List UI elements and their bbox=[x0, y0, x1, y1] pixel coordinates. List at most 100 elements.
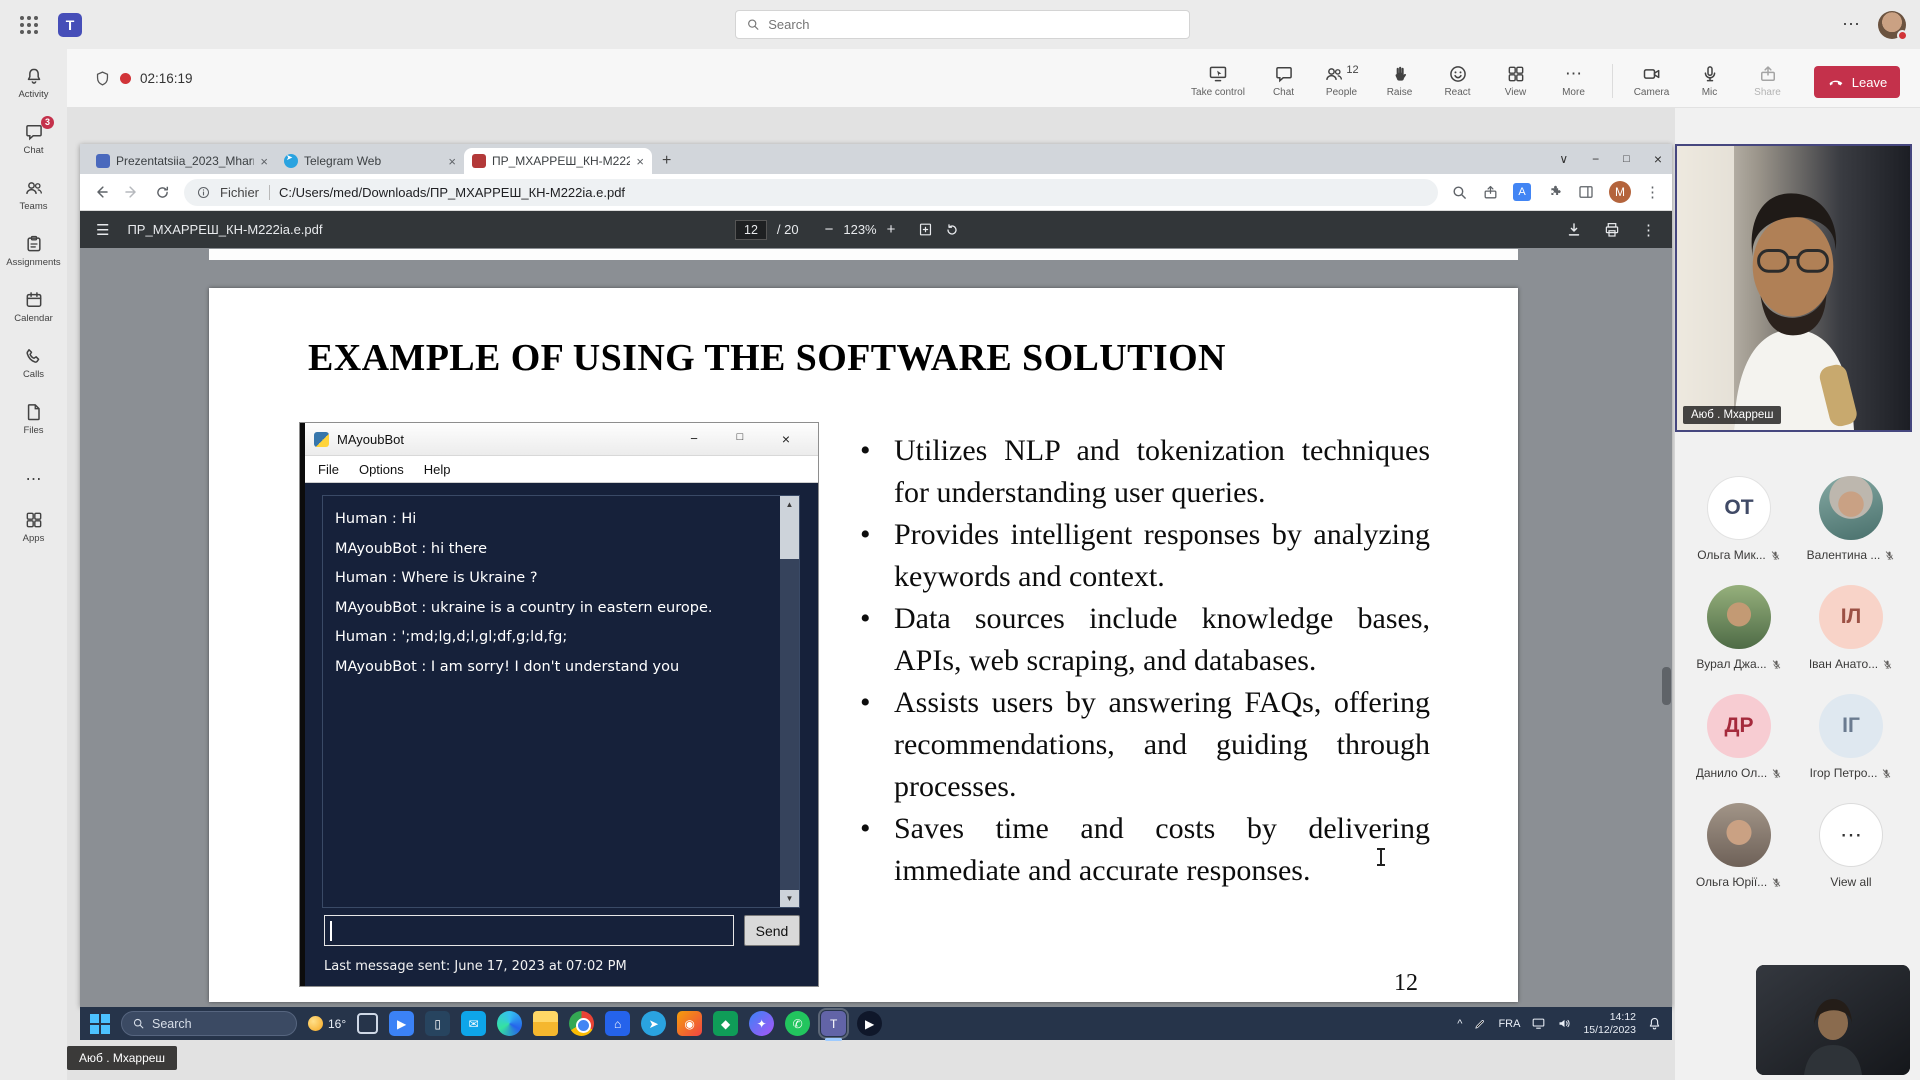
more-button[interactable]: ⋯ More bbox=[1546, 58, 1601, 98]
tray-chevron-icon[interactable]: ^ bbox=[1457, 1018, 1462, 1030]
extensions-icon[interactable] bbox=[1545, 183, 1563, 201]
weather-widget[interactable]: 16° bbox=[308, 1016, 346, 1031]
translate-extension-icon[interactable]: A bbox=[1513, 183, 1531, 201]
sidebar-item-teams[interactable]: Teams bbox=[0, 167, 67, 223]
movies-tv-icon[interactable]: ▶ bbox=[389, 1011, 414, 1036]
participant-tile[interactable]: ДР Данило Ол... bbox=[1696, 694, 1782, 780]
zoom-in-icon[interactable]: + bbox=[887, 221, 896, 238]
back-icon[interactable] bbox=[92, 183, 110, 201]
zoom-out-icon[interactable]: − bbox=[825, 221, 834, 238]
pdf-menu-icon[interactable]: ⋮ bbox=[1641, 221, 1656, 239]
language-indicator[interactable]: FRA bbox=[1498, 1018, 1520, 1030]
task-view-icon[interactable] bbox=[357, 1013, 378, 1034]
whatsapp-icon[interactable]: ✆ bbox=[785, 1011, 810, 1036]
close-tab-icon[interactable]: × bbox=[636, 154, 644, 169]
zoom-search-icon[interactable] bbox=[1451, 184, 1468, 201]
windows-start-icon[interactable] bbox=[90, 1014, 110, 1034]
sidebar-item-assignments[interactable]: Assignments bbox=[0, 223, 67, 279]
media-player-icon[interactable]: ▶ bbox=[857, 1011, 882, 1036]
view-all-tile[interactable]: ⋯ View all bbox=[1819, 803, 1883, 889]
rotate-icon[interactable] bbox=[944, 222, 960, 238]
monitor-tray-icon[interactable] bbox=[1531, 1016, 1546, 1031]
sidebar-item-files[interactable]: Files bbox=[0, 391, 67, 447]
browser-menu-icon[interactable]: ⋮ bbox=[1645, 183, 1660, 201]
microsoft-store-icon[interactable]: ⌂ bbox=[605, 1011, 630, 1036]
taskbar-search-input[interactable]: Search bbox=[121, 1011, 297, 1036]
print-icon[interactable] bbox=[1603, 221, 1621, 239]
maximize-icon[interactable]: □ bbox=[1623, 153, 1630, 165]
browser-tab-pdf[interactable]: ПР_МХАРРЕШ_КН-М222ia.e.pdf × bbox=[464, 148, 652, 174]
take-control-button[interactable]: Take control bbox=[1183, 58, 1253, 98]
mail-icon[interactable]: ✉ bbox=[461, 1011, 486, 1036]
hamburger-icon[interactable]: ☰ bbox=[96, 221, 109, 239]
participant-tile[interactable]: ІЛ Іван Анато... bbox=[1809, 585, 1893, 671]
react-button[interactable]: React bbox=[1430, 58, 1485, 98]
pdf-scrollbar-thumb[interactable] bbox=[1662, 667, 1671, 705]
side-panel-icon[interactable] bbox=[1577, 183, 1595, 201]
new-tab-button[interactable]: + bbox=[662, 152, 671, 170]
raise-hand-icon bbox=[1390, 64, 1410, 84]
participant-tile[interactable]: ОТ Ольга Мик... bbox=[1697, 476, 1781, 562]
chrome-icon[interactable] bbox=[569, 1011, 594, 1036]
camera-button[interactable]: Camera bbox=[1624, 58, 1679, 98]
leave-button[interactable]: Leave bbox=[1814, 66, 1900, 98]
messenger-icon[interactable]: ✦ bbox=[749, 1011, 774, 1036]
participant-tile[interactable]: Валентина ... bbox=[1807, 476, 1896, 562]
close-window-icon[interactable]: × bbox=[1654, 151, 1662, 167]
pen-icon[interactable] bbox=[1473, 1017, 1487, 1031]
weather-temp: 16° bbox=[328, 1017, 346, 1031]
sidebar-item-activity[interactable]: Activity bbox=[0, 55, 67, 111]
chat-button[interactable]: Chat bbox=[1256, 58, 1311, 98]
sidebar-item-chat[interactable]: 3 Chat bbox=[0, 111, 67, 167]
browser-tab-telegram[interactable]: Telegram Web × bbox=[276, 148, 464, 174]
activity-icon bbox=[24, 66, 44, 86]
participant-tile[interactable]: Ольга Юрії... bbox=[1696, 803, 1782, 889]
pdf-viewport[interactable]: EXAMPLE OF USING THE SOFTWARE SOLUTION M… bbox=[80, 248, 1672, 1007]
teams-app-window: T ⋯ 02:16:19 Take control Chat bbox=[0, 0, 1920, 1080]
notification-icon[interactable] bbox=[1647, 1016, 1662, 1031]
participant-tile[interactable]: Вурал Джа... bbox=[1696, 585, 1781, 671]
refresh-icon[interactable] bbox=[154, 184, 171, 201]
people-button[interactable]: 12 People bbox=[1314, 58, 1369, 98]
browser-profile-avatar[interactable]: M bbox=[1609, 181, 1631, 203]
teams-taskbar-icon[interactable]: T bbox=[821, 1011, 846, 1036]
more-options-icon[interactable]: ⋯ bbox=[1842, 14, 1860, 35]
photos-icon[interactable]: ◉ bbox=[677, 1011, 702, 1036]
share-page-icon[interactable] bbox=[1482, 184, 1499, 201]
view-button[interactable]: View bbox=[1488, 58, 1543, 98]
speaker-icon[interactable] bbox=[1557, 1016, 1572, 1031]
browser-tab-presentation[interactable]: Prezentatsiia_2023_Mharrech_A... × bbox=[88, 148, 276, 174]
sidebar-item-more[interactable]: ⋯ bbox=[0, 459, 67, 499]
share-button[interactable]: Share bbox=[1740, 58, 1795, 98]
forward-icon[interactable] bbox=[123, 183, 141, 201]
sidebar-item-calls[interactable]: Calls bbox=[0, 335, 67, 391]
app-launcher-icon[interactable] bbox=[14, 10, 44, 40]
fit-page-icon[interactable] bbox=[917, 221, 934, 238]
phone-link-icon[interactable]: ▯ bbox=[425, 1011, 450, 1036]
user-avatar[interactable] bbox=[1878, 11, 1906, 39]
sidebar-item-apps[interactable]: Apps bbox=[0, 499, 67, 555]
participant-tile[interactable]: ІГ Ігор Петро... bbox=[1810, 694, 1893, 780]
sidebar-item-calendar[interactable]: Calendar bbox=[0, 279, 67, 335]
download-icon[interactable] bbox=[1565, 221, 1583, 239]
pdf-filename: ПР_МХАРРЕШ_КН-М222ia.e.pdf bbox=[127, 222, 322, 237]
close-tab-icon[interactable]: × bbox=[260, 154, 268, 169]
minimize-icon[interactable]: − bbox=[1592, 152, 1599, 166]
mic-button[interactable]: Mic bbox=[1682, 58, 1737, 98]
taskbar-clock[interactable]: 14:12 15/12/2023 bbox=[1583, 1011, 1636, 1037]
telegram-icon[interactable]: ➤ bbox=[641, 1011, 666, 1036]
meet-icon[interactable]: ◆ bbox=[713, 1011, 738, 1036]
search-input[interactable] bbox=[768, 17, 1179, 32]
edge-icon[interactable] bbox=[497, 1011, 522, 1036]
close-tab-icon[interactable]: × bbox=[448, 154, 456, 169]
search-bar[interactable] bbox=[735, 10, 1190, 39]
self-video-tile[interactable] bbox=[1756, 965, 1910, 1075]
file-explorer-icon[interactable] bbox=[533, 1011, 558, 1036]
presenter-video-tile[interactable]: Аюб . Мхарреш bbox=[1675, 144, 1912, 432]
tab-search-icon[interactable]: ∨ bbox=[1559, 152, 1568, 166]
weather-icon bbox=[308, 1016, 323, 1031]
page-number-input[interactable]: 12 bbox=[735, 220, 767, 240]
raise-hand-button[interactable]: Raise bbox=[1372, 58, 1427, 98]
address-input[interactable]: Fichier C:/Users/med/Downloads/ПР_МХАРРЕ… bbox=[184, 179, 1438, 206]
info-icon[interactable] bbox=[196, 185, 211, 200]
